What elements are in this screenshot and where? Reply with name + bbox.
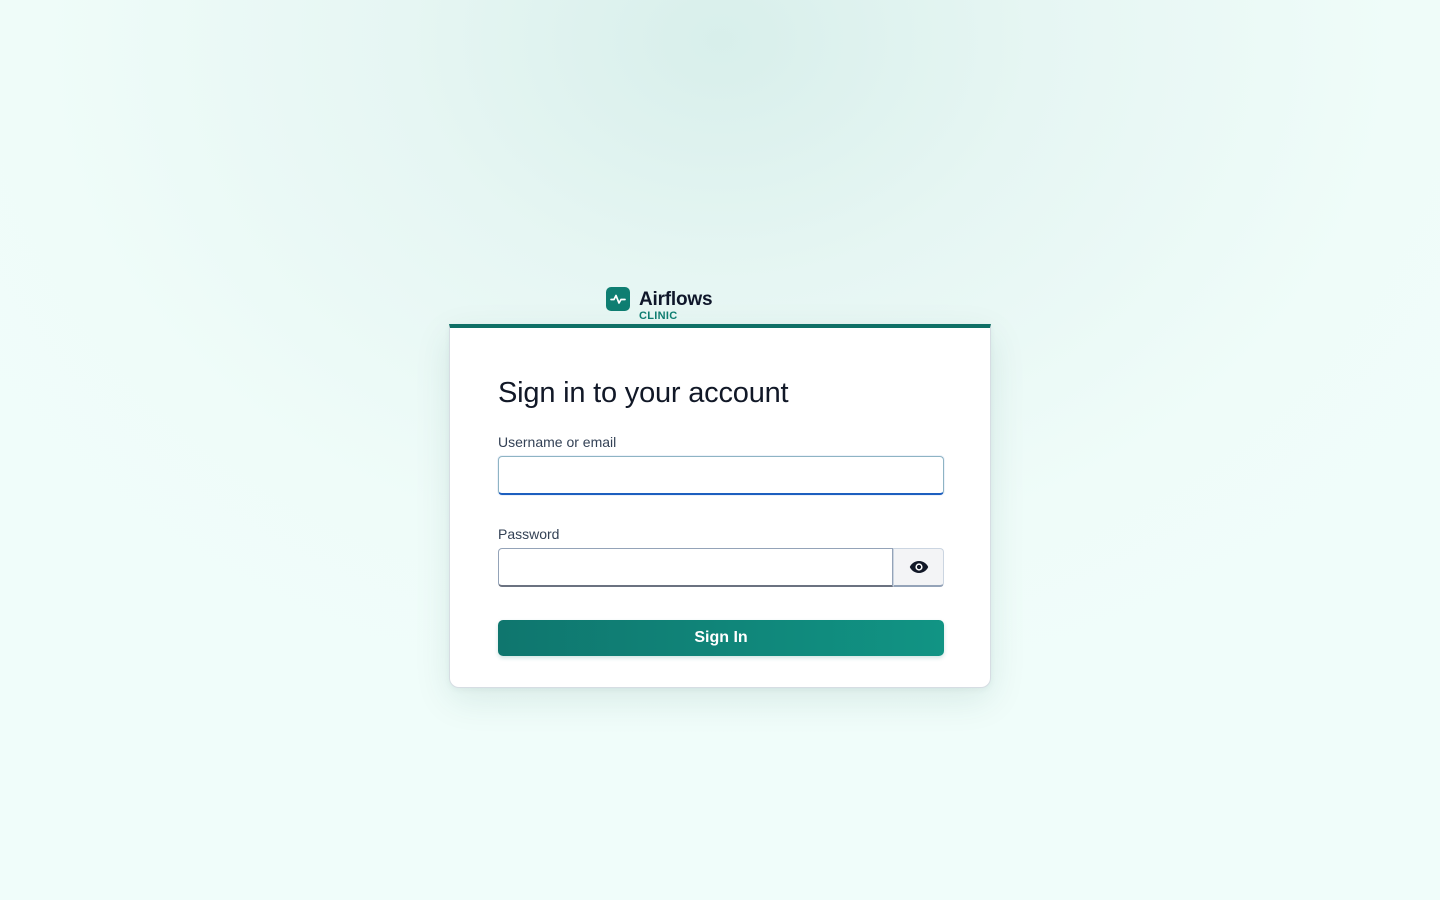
- show-password-button[interactable]: [893, 548, 944, 587]
- activity-pulse-icon: [606, 287, 630, 311]
- brand-text: Airflows CLINIC: [639, 287, 713, 322]
- login-card: Sign in to your account Username or emai…: [449, 324, 991, 688]
- eye-icon: [909, 560, 929, 574]
- password-label: Password: [498, 526, 560, 542]
- password-input[interactable]: [498, 548, 893, 587]
- username-input[interactable]: [498, 456, 944, 495]
- brand-subtitle: CLINIC: [639, 310, 678, 322]
- sign-in-button[interactable]: Sign In: [498, 620, 944, 656]
- brand-name: Airflows: [639, 289, 713, 310]
- brand-logo: Airflows CLINIC: [606, 287, 713, 322]
- username-label: Username or email: [498, 434, 617, 450]
- page-title: Sign in to your account: [498, 377, 789, 409]
